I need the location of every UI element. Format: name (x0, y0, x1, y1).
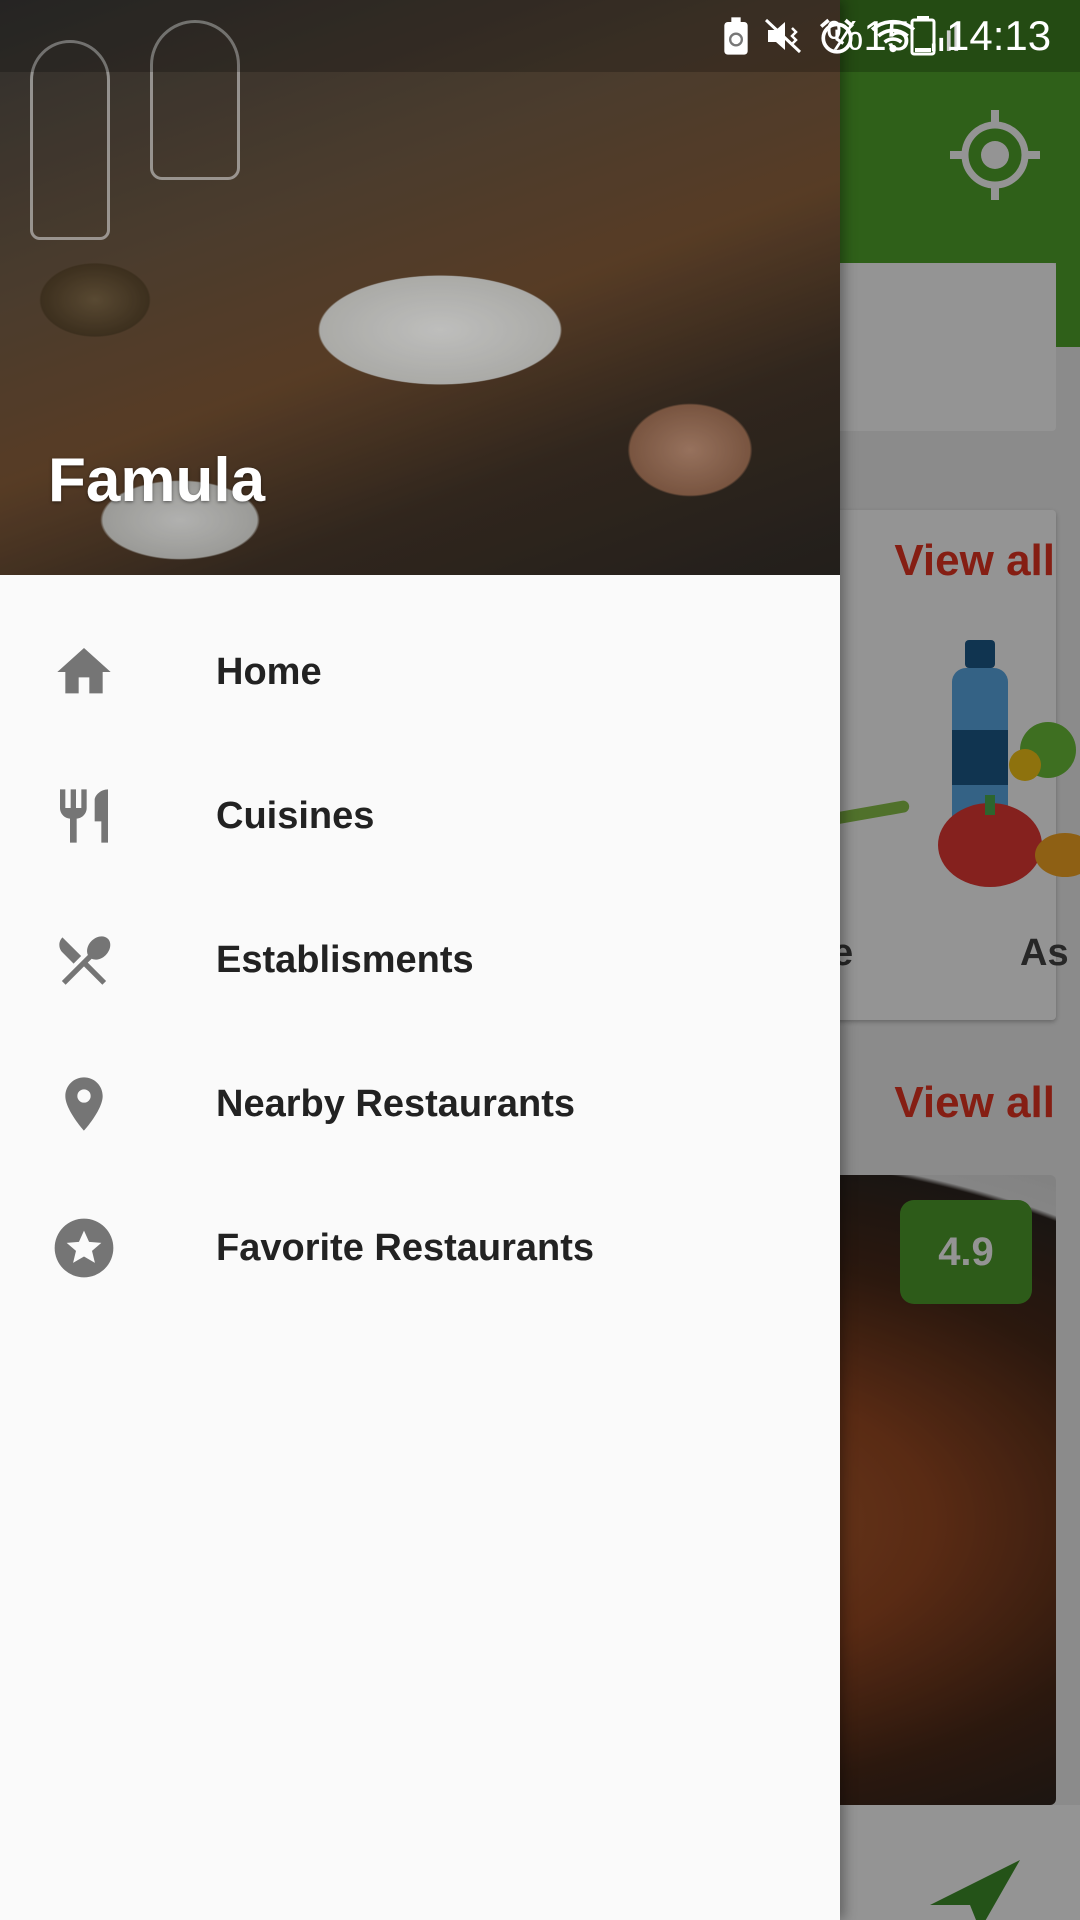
drawer-header-image: Famula (0, 0, 840, 575)
menu-item-home[interactable]: Home (0, 600, 840, 744)
status-bar: %15 14:13 (0, 0, 1080, 72)
clock: 14:13 (946, 12, 1052, 59)
menu-item-label: Favorite Restaurants (216, 1226, 595, 1269)
battery-percent: %15 (826, 12, 911, 59)
menu-item-label: Nearby Restaurants (216, 1082, 576, 1125)
fork-knife-icon (52, 784, 116, 848)
drawer-menu: Home Cuisines Establisments Nearby Resta… (0, 600, 840, 1320)
battery-saver-icon (724, 17, 748, 55)
menu-item-cuisines[interactable]: Cuisines (0, 744, 840, 888)
menu-item-establisments[interactable]: Establisments (0, 888, 840, 1032)
drawer-title: Famula (48, 446, 266, 515)
menu-item-favorite-restaurants[interactable]: Favorite Restaurants (0, 1176, 840, 1320)
spoon-fork-icon (52, 928, 116, 992)
menu-item-label: Cuisines (216, 794, 375, 837)
home-icon (52, 640, 116, 704)
location-pin-icon (52, 1072, 116, 1136)
menu-item-label: Establisments (216, 938, 474, 981)
star-icon (52, 1216, 116, 1280)
menu-item-label: Home (216, 650, 322, 693)
navigation-drawer: Famula Home Cuisines Establisments Nearb… (0, 0, 840, 1920)
menu-item-nearby-restaurants[interactable]: Nearby Restaurants (0, 1032, 840, 1176)
battery-icon (910, 16, 936, 56)
mute-vibrate-icon (764, 18, 802, 54)
